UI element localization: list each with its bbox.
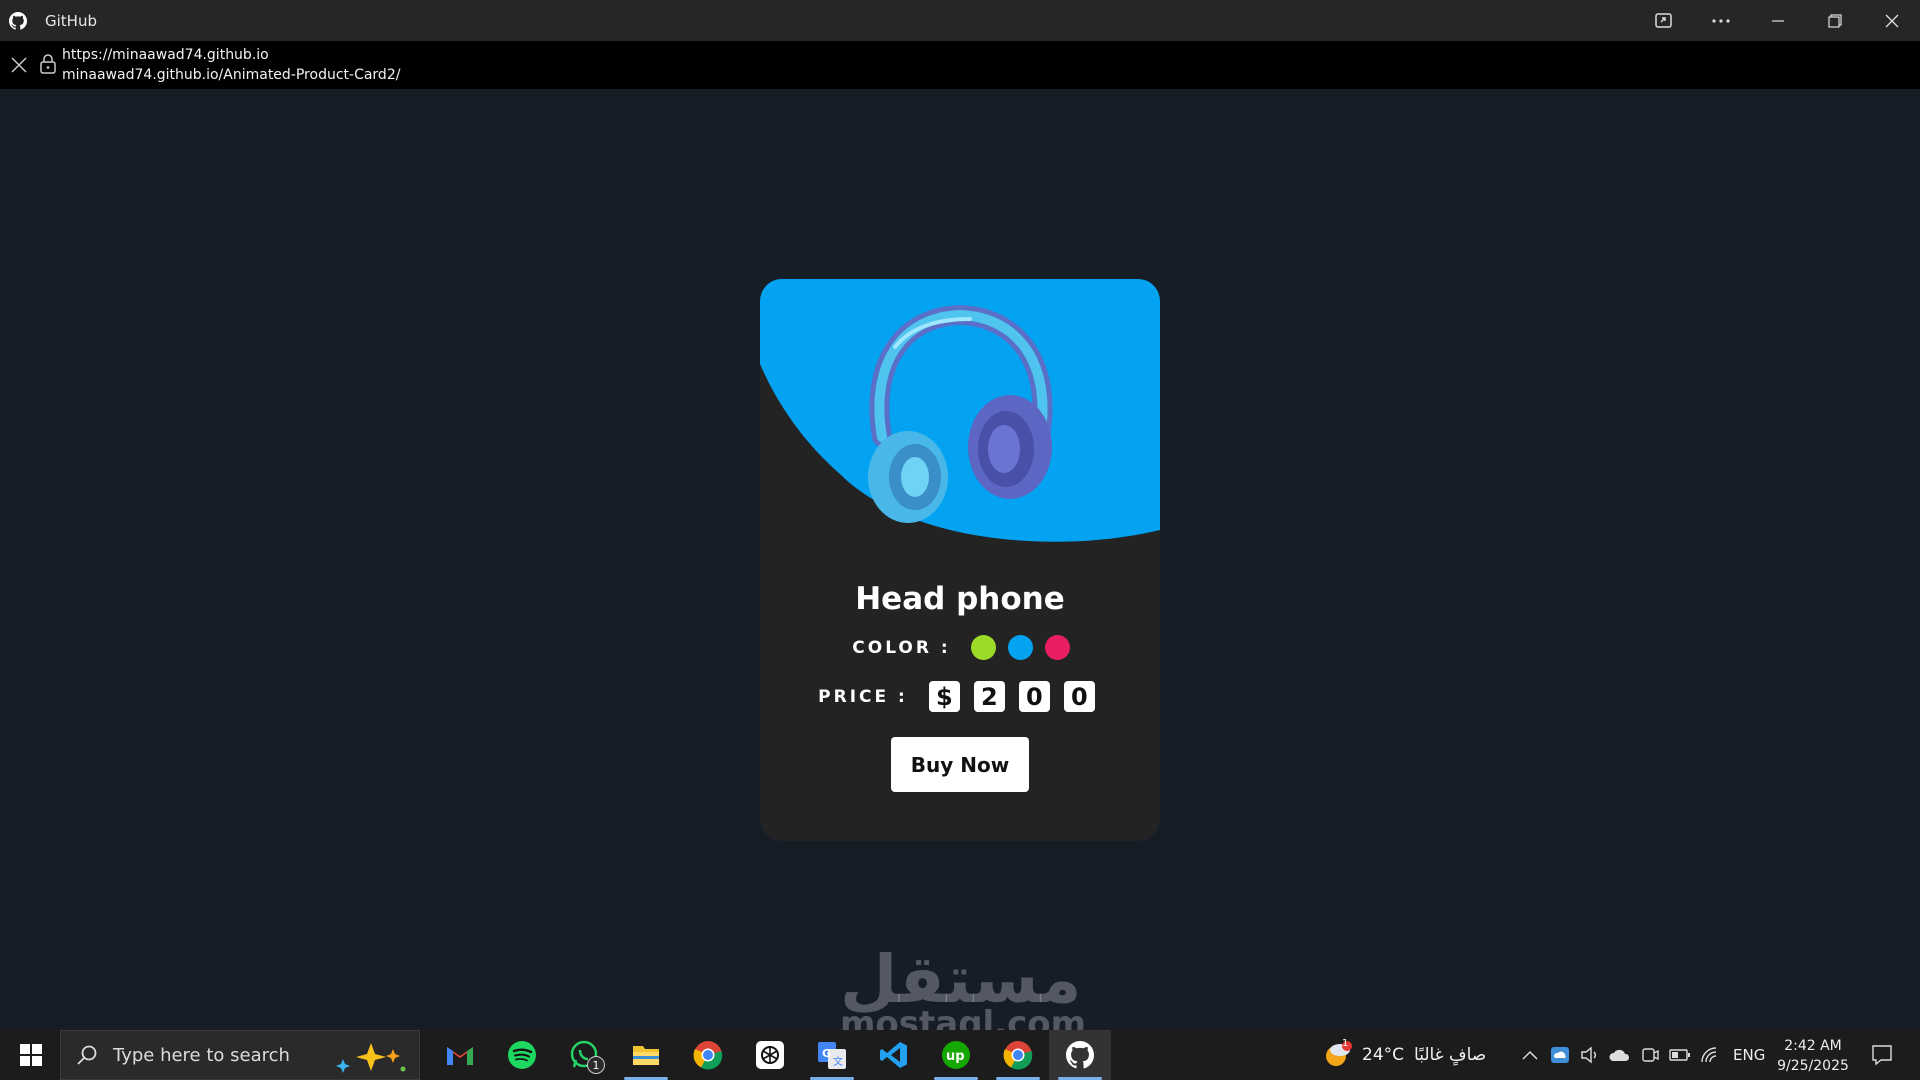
taskbar-app-spotify[interactable] [491,1030,553,1080]
gmail-icon [447,1047,473,1065]
taskbar: Type here to search 1 G文 up 1 24°C صافٍ … [0,1030,1920,1080]
tray-cloud-sync[interactable] [1545,1030,1575,1080]
minimize-button[interactable] [1749,0,1806,41]
clock-date: 9/25/2025 [1777,1058,1849,1074]
battery-icon [1669,1049,1690,1061]
cloud-sync-icon [1551,1047,1569,1063]
product-card: Head phone COLOR : PRICE : $ 2 0 0 Buy N… [760,279,1160,841]
taskbar-app-whatsapp[interactable]: 1 [553,1030,615,1080]
camera-icon [1642,1048,1659,1062]
svg-text:文: 文 [833,1055,843,1068]
chevron-up-icon [1522,1050,1538,1060]
svg-text:up: up [946,1049,965,1064]
chrome-profile-icon [1003,1041,1033,1070]
restore-button[interactable] [1806,0,1863,41]
search-placeholder: Type here to search [113,1044,290,1066]
tray-overflow[interactable] [1515,1030,1545,1080]
start-button[interactable] [10,1030,52,1080]
search-icon [77,1045,97,1065]
url-origin[interactable]: https://minaawad74.github.io [62,47,269,63]
svg-text:G: G [822,1047,831,1060]
taskbar-app-upwork[interactable]: up [925,1030,987,1080]
taskbar-app-gmail[interactable] [429,1030,491,1080]
tray-meet[interactable] [1635,1030,1665,1080]
price-digit: 0 [1018,681,1050,712]
lock-icon[interactable] [39,54,57,74]
wifi-icon [1701,1047,1717,1063]
window-title-bar: GitHub [0,0,1920,41]
more-button[interactable] [1692,0,1749,41]
close-window-button[interactable] [1863,0,1920,41]
minimize-icon [1771,19,1784,22]
restore-icon [1827,13,1842,28]
weather-icon [1326,1041,1352,1066]
taskbar-app-file-explorer[interactable] [615,1030,677,1080]
taskbar-app-chatgpt[interactable] [739,1030,801,1080]
close-icon[interactable] [9,55,29,75]
tray-volume[interactable] [1575,1030,1605,1080]
vscode-icon [880,1042,907,1068]
chrome-icon [693,1041,723,1070]
whatsapp-badge: 1 [587,1056,605,1074]
taskbar-apps: 1 G文 up [429,1030,1111,1080]
page-content: Head phone COLOR : PRICE : $ 2 0 0 Buy N… [0,89,1920,1041]
color-swatch-pink[interactable] [1044,635,1070,660]
windows-icon [20,1044,42,1066]
weather-badge: 1 [1342,1038,1349,1049]
buy-now-button[interactable]: Buy Now [891,737,1029,792]
tray-wifi[interactable] [1695,1030,1725,1080]
tray-battery[interactable] [1665,1030,1695,1080]
volume-icon [1581,1046,1596,1064]
notification-icon [1872,1045,1892,1066]
tray-onedrive[interactable] [1605,1030,1635,1080]
language-indicator[interactable]: ENG [1733,1030,1765,1080]
product-name: Head phone [855,581,1065,617]
taskbar-app-chrome[interactable] [677,1030,739,1080]
color-label: COLOR : [852,637,951,658]
color-swatch-blue[interactable] [1007,635,1033,660]
notifications-button[interactable] [1862,1030,1902,1080]
weather-desc: صافٍ غالبًا [1414,1045,1487,1065]
taskbar-search[interactable]: Type here to search [60,1030,420,1080]
price-label: PRICE : [818,686,908,707]
chatgpt-icon [756,1041,784,1069]
google-translate-icon: G文 [818,1042,846,1069]
cast-icon [1654,12,1672,28]
spotify-icon [508,1041,536,1069]
headphone-image [868,304,1053,523]
price-digit: 0 [1063,681,1095,712]
taskbar-app-github[interactable] [1049,1030,1111,1080]
more-icon [1711,18,1730,23]
color-swatch-green[interactable] [970,635,996,660]
window-title: GitHub [45,11,97,30]
url-path[interactable]: minaawad74.github.io/Animated-Product-Ca… [62,67,400,83]
mostaql-watermark: مستقل mostaql.com [840,945,1086,1042]
clock-time: 2:42 AM [1784,1038,1842,1054]
taskbar-app-vscode[interactable] [863,1030,925,1080]
price-digit: 2 [973,681,1005,712]
taskbar-app-chrome-profile[interactable] [987,1030,1049,1080]
onedrive-icon [1609,1049,1630,1061]
close-icon [1885,14,1898,27]
taskbar-clock[interactable]: 2:42 AM 9/25/2025 [1768,1036,1858,1076]
price-row: PRICE : $ 2 0 0 [760,681,1160,712]
file-explorer-icon [633,1046,659,1065]
cast-button[interactable] [1635,0,1692,41]
sparkle-icon [336,1043,406,1073]
system-tray [1515,1030,1725,1080]
github-icon [9,11,27,30]
taskbar-app-google-translate[interactable]: G文 [801,1030,863,1080]
address-bar: https://minaawad74.github.io minaawad74.… [0,41,1920,89]
price-digit: $ [928,681,960,712]
weather-widget[interactable]: 1 24°C صافٍ غالبًا [1322,1030,1486,1080]
color-options: COLOR : [760,635,1160,660]
upwork-icon: up [942,1041,970,1069]
github-icon [1066,1041,1094,1069]
weather-temp: 24°C [1362,1045,1405,1065]
